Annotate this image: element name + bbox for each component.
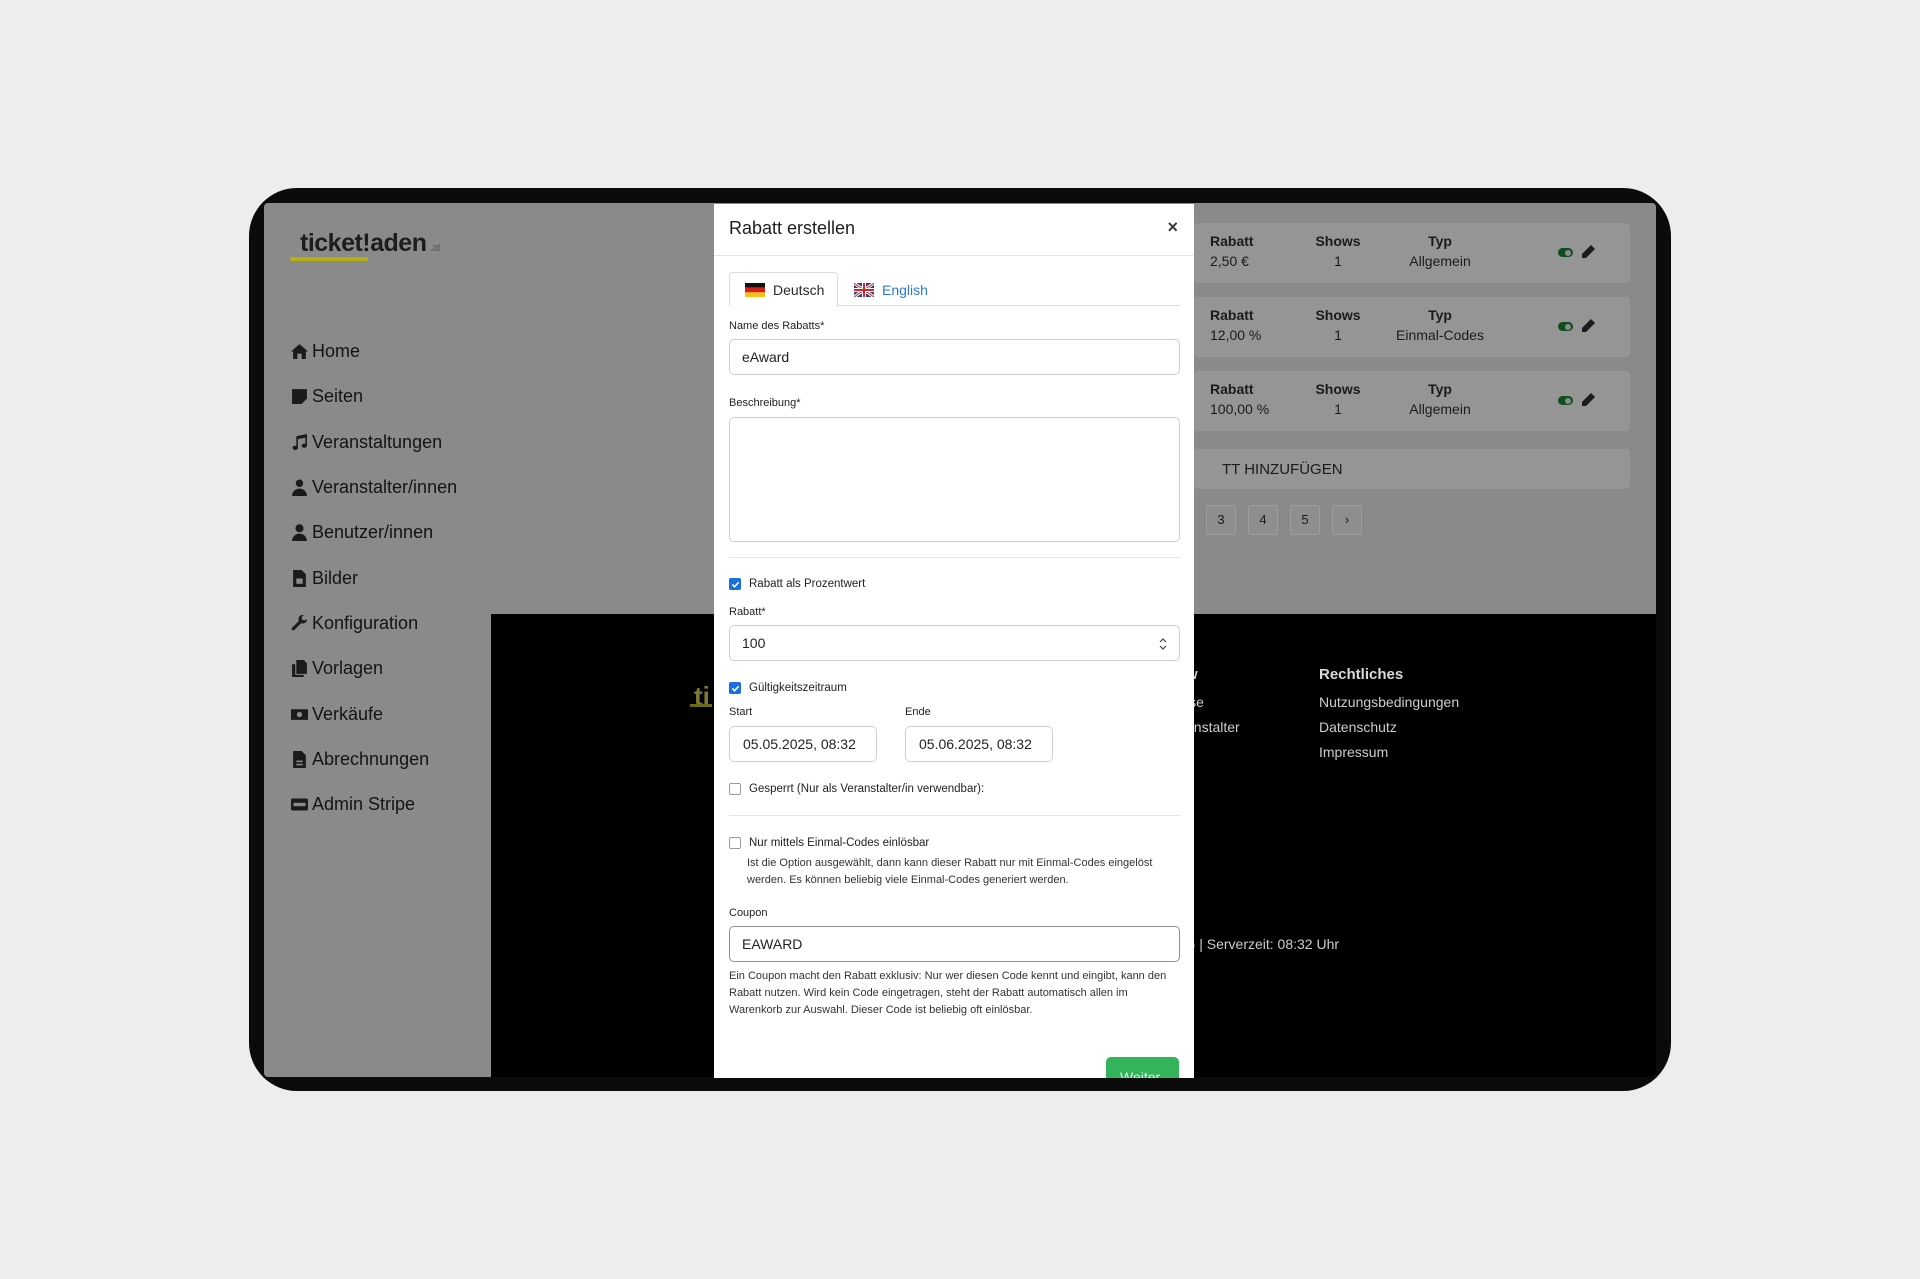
percent-checkbox[interactable]: Rabatt als Prozentwert (729, 578, 865, 590)
sidebar-item-admin-stripe[interactable]: Admin Stripe (288, 782, 457, 827)
description-textarea[interactable] (729, 417, 1180, 542)
uk-flag-icon (853, 281, 875, 298)
description-label: Beschreibung* (729, 397, 801, 409)
spinner-arrows-icon[interactable] (1159, 637, 1167, 651)
file-invoice-icon (288, 750, 310, 768)
copy-icon (288, 660, 310, 678)
checkbox-unchecked-icon (729, 837, 741, 849)
name-label: Name des Rabatts* (729, 320, 825, 332)
sidebar-item-vorlagen[interactable]: Vorlagen (288, 646, 457, 691)
stripe-icon (288, 796, 310, 813)
end-label: Ende (905, 706, 931, 718)
sidebar-item-konfiguration[interactable]: Konfiguration (288, 601, 457, 646)
divider (729, 557, 1180, 558)
page-button[interactable]: 4 (1248, 505, 1278, 535)
add-discount-button[interactable]: TT HINZUFÜGEN (1194, 449, 1630, 489)
coupon-input[interactable]: EAWARD (729, 926, 1180, 962)
user-tie-icon (288, 479, 310, 497)
close-button[interactable]: × (1167, 217, 1178, 238)
sidebar-item-benutzer[interactable]: Benutzer/innen (288, 510, 457, 555)
tab-english[interactable]: English (839, 272, 943, 307)
tab-deutsch[interactable]: Deutsch (729, 272, 838, 307)
name-input[interactable]: eAward (729, 339, 1180, 375)
rabatt-label: Rabatt* (729, 606, 766, 618)
active-toggle[interactable] (1558, 396, 1573, 405)
edit-icon[interactable] (1580, 244, 1596, 260)
logo[interactable]: ticket!aden .at (300, 229, 441, 258)
divider (729, 815, 1180, 816)
checkbox-checked-icon (729, 578, 741, 590)
footer-link-datenschutz[interactable]: Datenschutz (1319, 719, 1397, 735)
sidebar-item-bilder[interactable]: Bilder (288, 555, 457, 600)
footer-link-impressum[interactable]: Impressum (1319, 744, 1388, 760)
end-date-input[interactable]: 05.06.2025, 08:32 (905, 726, 1053, 762)
money-bill-icon (288, 706, 310, 723)
footer-logo: ti (694, 681, 710, 711)
sidebar-item-seiten[interactable]: Seiten (288, 374, 457, 419)
edit-icon[interactable] (1580, 392, 1596, 408)
modal-header: Rabatt erstellen × (714, 204, 1194, 256)
page-button[interactable]: 3 (1206, 505, 1236, 535)
validity-checkbox[interactable]: Gültigkeitszeitraum (729, 682, 847, 694)
logo-underline (290, 257, 368, 261)
start-label: Start (729, 706, 753, 718)
sidebar-item-veranstaltungen[interactable]: Veranstaltungen (288, 420, 457, 465)
footer-link-nutzungsbedingungen[interactable]: Nutzungsbedingungen (1319, 694, 1459, 710)
sidebar-item-abrechnungen[interactable]: Abrechnungen (288, 737, 457, 782)
home-icon (288, 343, 310, 360)
sidebar-item-verkaeufe[interactable]: Verkäufe (288, 691, 457, 736)
coupon-help: Ein Coupon macht den Rabatt exklusiv: Nu… (729, 970, 1167, 1016)
start-date-input[interactable]: 05.05.2025, 08:32 (729, 726, 877, 762)
file-image-icon (288, 569, 310, 587)
footer-legal-heading: Rechtliches (1319, 666, 1404, 683)
onetime-checkbox[interactable]: Nur mittels Einmal-Codes einlösbar (729, 837, 929, 849)
discount-row: Rabatt 100,00 % Shows 1 Typ Allgemein (1194, 371, 1630, 431)
footer-link[interactable]: anstalter (1186, 719, 1240, 735)
locked-checkbox[interactable]: Gesperrt (Nur als Veranstalter/in verwen… (729, 783, 984, 795)
page-button[interactable]: 5 (1290, 505, 1320, 535)
sticky-note-icon (288, 388, 310, 405)
music-icon (288, 433, 310, 451)
german-flag-icon (745, 282, 765, 297)
next-page-button[interactable]: › (1332, 505, 1362, 535)
sidebar-nav: Home Seiten Veranstaltungen Veranstalter… (288, 329, 457, 827)
rabatt-number-input[interactable]: 100 (729, 625, 1180, 661)
discount-row: Rabatt 2,50 € Shows 1 Typ Allgemein (1194, 223, 1630, 283)
discount-row: Rabatt 12,00 % Shows 1 Typ Einmal-Codes (1194, 297, 1630, 357)
language-tabs: Deutsch English (729, 272, 1180, 307)
active-toggle[interactable] (1558, 248, 1573, 257)
create-discount-modal: Rabatt erstellen × Deutsch English Name … (714, 204, 1194, 1078)
footer-logo-underline (690, 704, 712, 707)
checkbox-unchecked-icon (729, 783, 741, 795)
edit-icon[interactable] (1580, 318, 1596, 334)
weiter-button[interactable]: Weiter (1106, 1057, 1179, 1078)
onetime-help: Ist die Option ausgewählt, dann kann die… (747, 857, 1153, 886)
coupon-label: Coupon (729, 907, 768, 919)
active-toggle[interactable] (1558, 322, 1573, 331)
sidebar-item-home[interactable]: Home (288, 329, 457, 374)
sidebar-item-veranstalter[interactable]: Veranstalter/innen (288, 465, 457, 510)
checkbox-checked-icon (729, 682, 741, 694)
wrench-icon (288, 614, 310, 632)
server-time: r) | Serverzeit: 08:32 Uhr (1186, 936, 1340, 952)
modal-title: Rabatt erstellen (729, 218, 856, 238)
user-icon (288, 524, 310, 542)
